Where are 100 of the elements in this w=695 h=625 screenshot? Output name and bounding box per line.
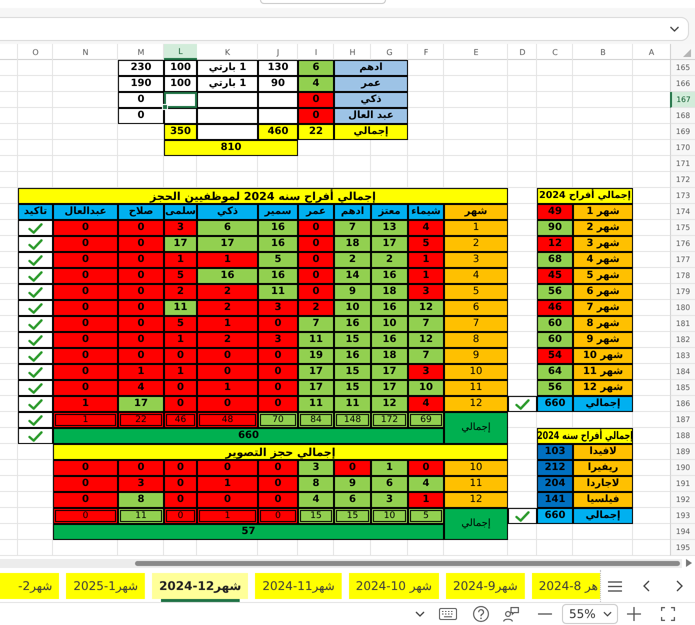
table-cell: 10 [371, 508, 408, 524]
minus-icon[interactable] [538, 613, 552, 615]
table-cell: 4 [408, 220, 444, 236]
table-cell: شهر 3 [573, 236, 633, 252]
ribbon-field[interactable] [260, 0, 386, 4]
table-cell: 5 [408, 508, 444, 524]
table-cell: 0 [298, 92, 334, 108]
table-cell: 1 [444, 220, 508, 236]
table-cell: 11 [258, 284, 298, 300]
plus-icon[interactable] [627, 607, 641, 621]
table-cell: 2 [197, 284, 258, 300]
column-header[interactable]: H [334, 44, 371, 60]
person-chat-icon[interactable] [503, 606, 519, 622]
horizontal-scrollbar[interactable] [0, 559, 682, 568]
scrollbar-thumb[interactable] [135, 561, 680, 566]
formula-input[interactable] [0, 17, 689, 41]
table-cell: 0 [164, 396, 197, 412]
table-cell: 10 [334, 300, 371, 316]
table-cell: 46 [164, 412, 197, 428]
column-header[interactable]: I [298, 44, 334, 60]
table-cell: 46 [537, 300, 573, 316]
help-icon[interactable] [473, 606, 489, 622]
table-cell: 1 [408, 492, 444, 508]
sheet-tab[interactable]: شهر1-2025 [66, 573, 146, 602]
table-cell: 0 [118, 284, 164, 300]
table-cell: 3 [258, 300, 298, 316]
triangle-right-icon[interactable] [686, 559, 692, 567]
header-cell: سلمى [164, 204, 197, 220]
table-cell: 10 [444, 364, 508, 380]
table-cell: 8 [444, 332, 508, 348]
column-header[interactable]: O [18, 44, 53, 60]
table-cell: عمر [334, 76, 408, 92]
column-header[interactable]: D [508, 44, 537, 60]
table-cell: 15 [334, 508, 371, 524]
table-cell: 4 [408, 476, 444, 492]
check-icon [28, 366, 43, 378]
chevron-down-icon[interactable] [603, 611, 612, 617]
fullscreen-icon[interactable] [661, 607, 675, 621]
column-header[interactable]: N [53, 44, 118, 60]
column-header[interactable]: A [633, 44, 670, 60]
table-cell: 18 [371, 348, 408, 364]
chevron-down-icon[interactable] [415, 611, 425, 617]
header-cell: ذكي [197, 204, 258, 220]
table-cell: 8 [298, 476, 334, 492]
table-cell: 4 [444, 268, 508, 284]
header-cell: صلاح [118, 204, 164, 220]
zoom-dropdown[interactable]: 55% [562, 604, 618, 624]
sheet-tab[interactable]: هر 8-2024 [532, 573, 600, 602]
menu-icon[interactable] [608, 580, 622, 592]
keyboard-icon[interactable] [439, 608, 457, 620]
header-cell: سمير [258, 204, 298, 220]
table-cell: شهر 5 [573, 268, 633, 284]
table-cell: 0 [53, 300, 118, 316]
table-cell: 0 [118, 348, 164, 364]
table-cell: 1 [197, 252, 258, 268]
sheet-tab[interactable]: شهر9-2024 [446, 573, 525, 602]
table-cell: 45 [537, 268, 573, 284]
table-cell: 5 [444, 284, 508, 300]
table-cell: 3 [118, 476, 164, 492]
table-cell: 16 [371, 268, 408, 284]
column-header[interactable]: E [444, 44, 508, 60]
table-cell: 56 [537, 284, 573, 300]
table-cell: 13 [371, 220, 408, 236]
chevron-left-icon[interactable] [643, 580, 650, 592]
table-cell: فيلسيا [573, 492, 633, 508]
table-cell: شهر 4 [573, 252, 633, 268]
table-cell: 103 [537, 444, 573, 460]
table-cell: 16 [371, 300, 408, 316]
table-cell: 68 [537, 252, 573, 268]
table-cell: 18 [334, 236, 371, 252]
column-header[interactable]: J [258, 44, 298, 60]
column-header[interactable]: C [537, 44, 573, 60]
column-header[interactable]: F [408, 44, 444, 60]
table-cell: 10 [408, 380, 444, 396]
sheet-tab[interactable]: شهر 10-2024 [348, 573, 439, 602]
sheet-tab[interactable]: شهر11-2024 [255, 573, 342, 602]
table-cell: 0 [53, 220, 118, 236]
table-cell: 3 [371, 492, 408, 508]
sheet-tab[interactable]: شهر2- [0, 573, 60, 602]
column-header[interactable]: B [573, 44, 633, 60]
column-header[interactable]: K [197, 44, 258, 60]
sheet-tab[interactable]: شهر12-2024 [152, 573, 248, 602]
column-header[interactable]: M [118, 44, 164, 60]
column-header[interactable]: G [371, 44, 408, 60]
table-cell: 204 [537, 476, 573, 492]
table-cell: 4 [298, 76, 334, 92]
chevron-right-icon[interactable] [676, 580, 683, 592]
table-cell: 9 [334, 284, 371, 300]
fill-handle[interactable] [162, 104, 168, 110]
table-cell: 0 [164, 460, 197, 476]
table-cell: 2 [371, 252, 408, 268]
header-cell: تاكيد [18, 204, 53, 220]
table-cell: 12 [408, 300, 444, 316]
chevron-down-icon[interactable] [669, 26, 680, 32]
table-cell: 230 [118, 60, 164, 76]
table-cell: 0 [298, 220, 334, 236]
table-cell: 17 [371, 380, 408, 396]
table-cell: 2 [444, 236, 508, 252]
table-cell: 660 [537, 396, 573, 412]
column-header[interactable]: L [164, 44, 197, 60]
